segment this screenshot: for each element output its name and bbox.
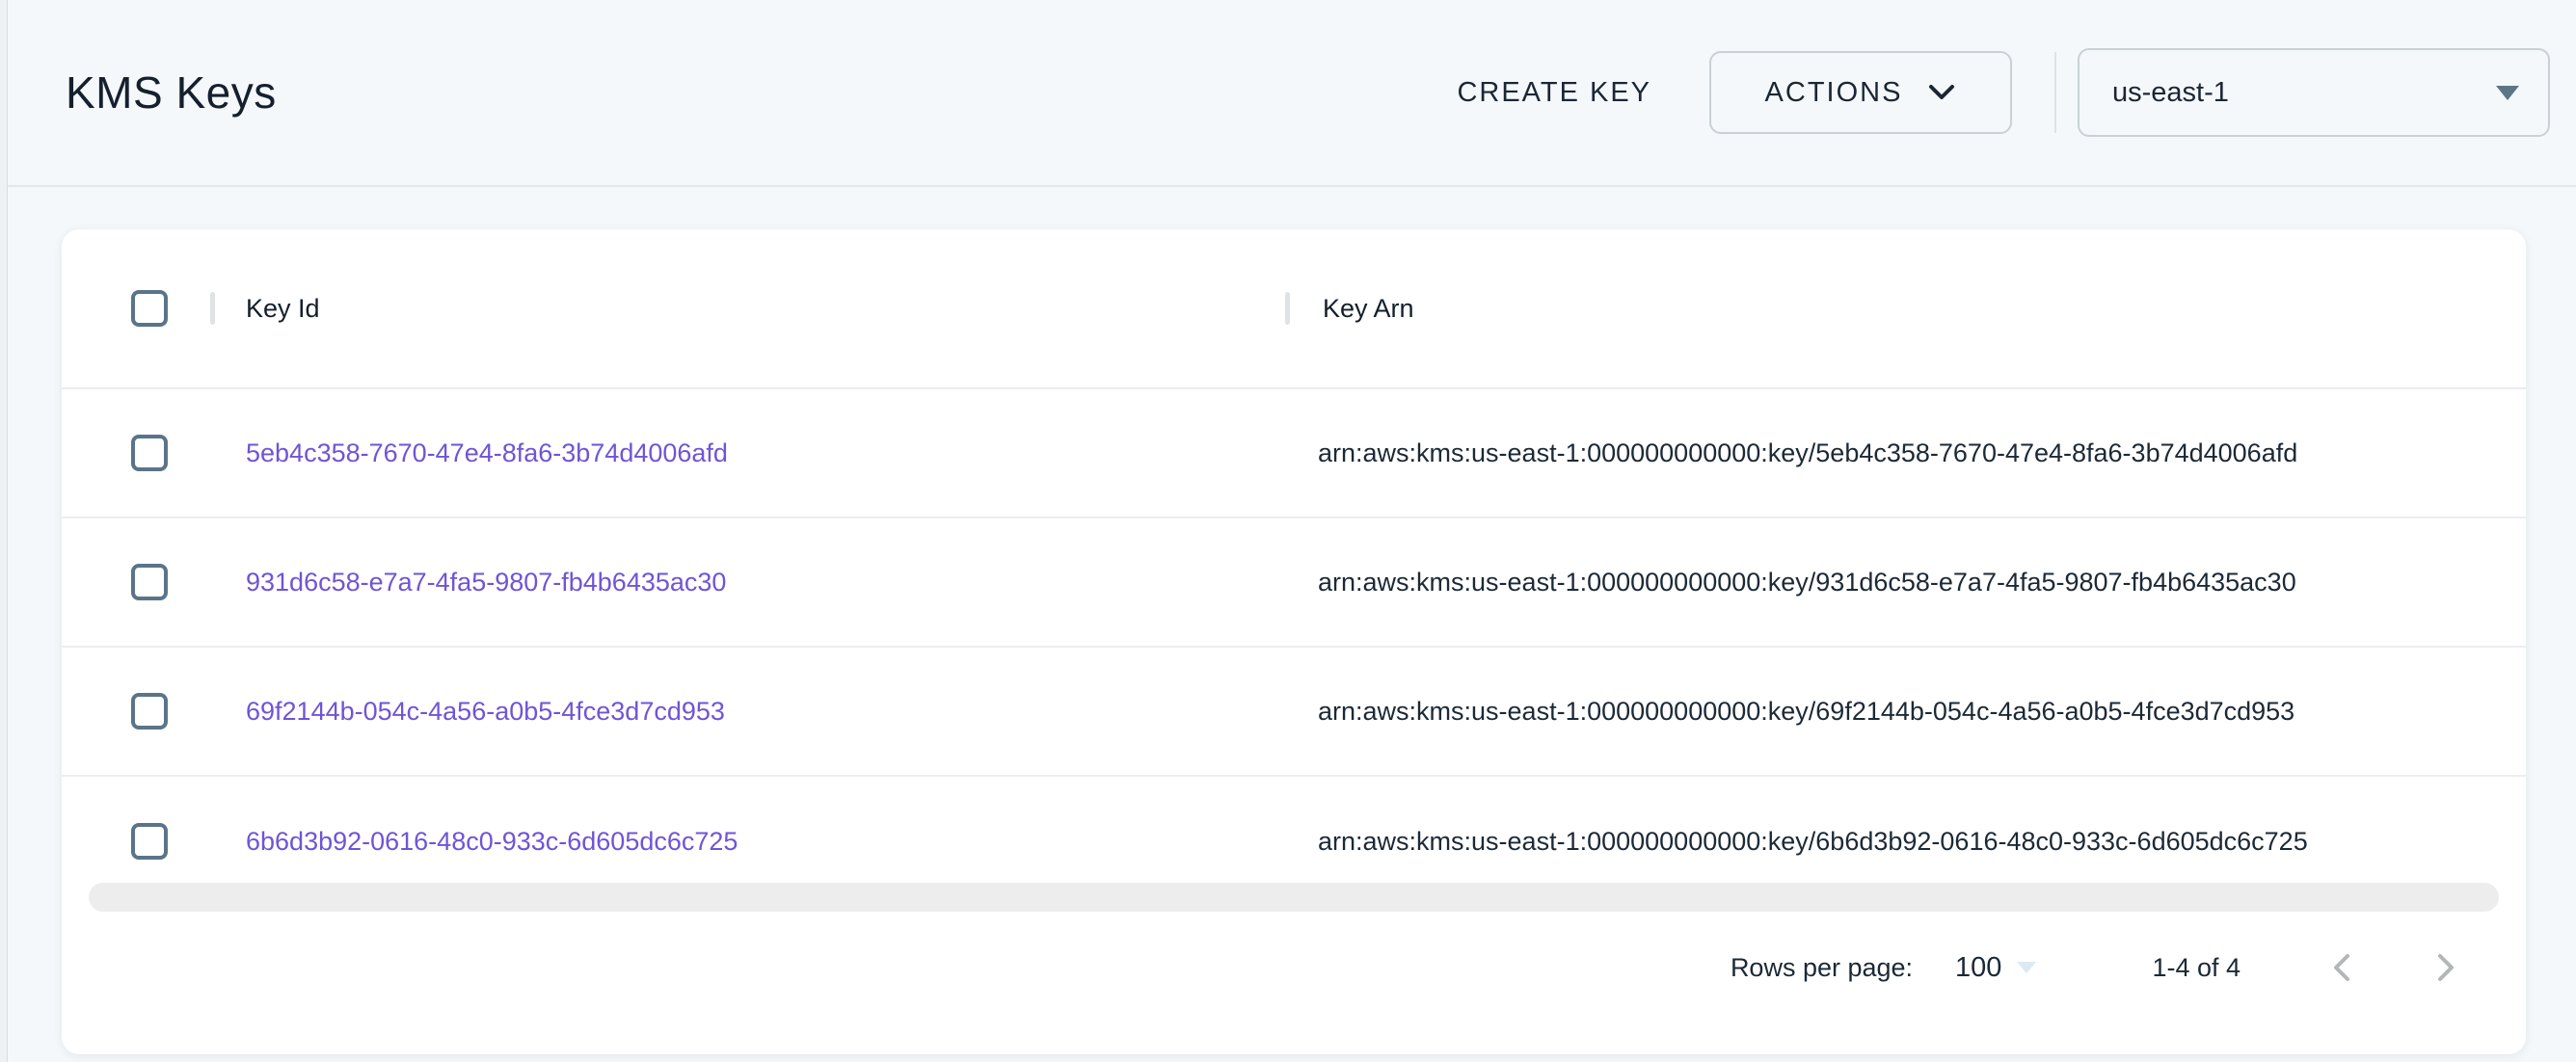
left-edge-strip	[0, 0, 8, 1062]
table-row: 5eb4c358-7670-47e4-8fa6-3b74d4006afd arn…	[62, 389, 2526, 518]
page-title: KMS Keys	[66, 66, 277, 119]
row-checkbox-cell	[62, 435, 210, 471]
pagination-bar: Rows per page: 100 1-4 of 4	[62, 939, 2526, 996]
column-header-key-arn[interactable]: Key Arn	[1290, 294, 1414, 324]
key-id-link[interactable]: 6b6d3b92-0616-48c0-933c-6d605dc6c725	[246, 827, 738, 856]
key-id-link[interactable]: 5eb4c358-7670-47e4-8fa6-3b74d4006afd	[246, 438, 728, 467]
pagination-range: 1-4 of 4	[2152, 953, 2241, 983]
row-checkbox[interactable]	[131, 823, 168, 860]
key-id-cell: 931d6c58-e7a7-4fa5-9807-fb4b6435ac30	[215, 568, 1285, 597]
kms-keys-page: KMS Keys CREATE KEY ACTIONS us-east-1	[0, 0, 2576, 1062]
caret-down-icon	[2017, 962, 2036, 973]
rows-per-page-label: Rows per page:	[1731, 953, 1913, 983]
chevron-right-icon	[2428, 951, 2461, 984]
key-arn-cell: arn:aws:kms:us-east-1:000000000000:key/9…	[1285, 568, 2296, 597]
row-checkbox[interactable]	[131, 435, 168, 471]
actions-button-label: ACTIONS	[1765, 77, 1903, 109]
chevron-left-icon	[2326, 951, 2359, 984]
header-checkbox-cell	[62, 290, 210, 327]
row-checkbox-cell	[62, 823, 210, 860]
key-arn-cell: arn:aws:kms:us-east-1:000000000000:key/6…	[1285, 697, 2294, 727]
region-select-value: us-east-1	[2112, 77, 2229, 109]
previous-page-button[interactable]	[2323, 948, 2362, 987]
table-row: 69f2144b-054c-4a56-a0b5-4fce3d7cd953 arn…	[62, 648, 2526, 777]
topbar: KMS Keys CREATE KEY ACTIONS us-east-1	[8, 0, 2576, 187]
key-id-cell: 5eb4c358-7670-47e4-8fa6-3b74d4006afd	[215, 438, 1285, 468]
horizontal-scrollbar[interactable]	[89, 883, 2499, 912]
region-select[interactable]: us-east-1	[2078, 48, 2550, 137]
key-id-link[interactable]: 931d6c58-e7a7-4fa5-9807-fb4b6435ac30	[246, 568, 726, 597]
key-id-cell: 69f2144b-054c-4a56-a0b5-4fce3d7cd953	[215, 697, 1285, 727]
next-page-button[interactable]	[2426, 948, 2464, 987]
key-arn-cell: arn:aws:kms:us-east-1:000000000000:key/6…	[1285, 827, 2308, 857]
row-checkbox-cell	[62, 564, 210, 600]
key-arn-cell: arn:aws:kms:us-east-1:000000000000:key/5…	[1285, 438, 2297, 468]
rows-per-page-select[interactable]: 100	[1955, 952, 2036, 984]
table-header-row: Key Id Key Arn	[62, 229, 2526, 389]
select-all-checkbox[interactable]	[131, 290, 168, 327]
row-checkbox[interactable]	[131, 564, 168, 600]
key-id-link[interactable]: 69f2144b-054c-4a56-a0b5-4fce3d7cd953	[246, 697, 725, 726]
create-key-button[interactable]: CREATE KEY	[1430, 60, 1678, 126]
row-checkbox[interactable]	[131, 693, 168, 730]
caret-down-icon	[2496, 86, 2519, 100]
row-checkbox-cell	[62, 693, 210, 730]
key-id-cell: 6b6d3b92-0616-48c0-933c-6d605dc6c725	[215, 827, 1285, 857]
column-header-key-id[interactable]: Key Id	[215, 294, 1285, 324]
table-row: 931d6c58-e7a7-4fa5-9807-fb4b6435ac30 arn…	[62, 518, 2526, 648]
chevron-down-icon	[1927, 83, 1956, 102]
toolbar-divider	[2054, 52, 2056, 133]
keys-table-card: Key Id Key Arn 5eb4c358-7670-47e4-8fa6-3…	[62, 229, 2526, 1054]
rows-per-page-value: 100	[1955, 952, 2001, 984]
actions-button[interactable]: ACTIONS	[1709, 51, 2012, 134]
topbar-actions: CREATE KEY ACTIONS us-east-1	[1430, 48, 2550, 137]
